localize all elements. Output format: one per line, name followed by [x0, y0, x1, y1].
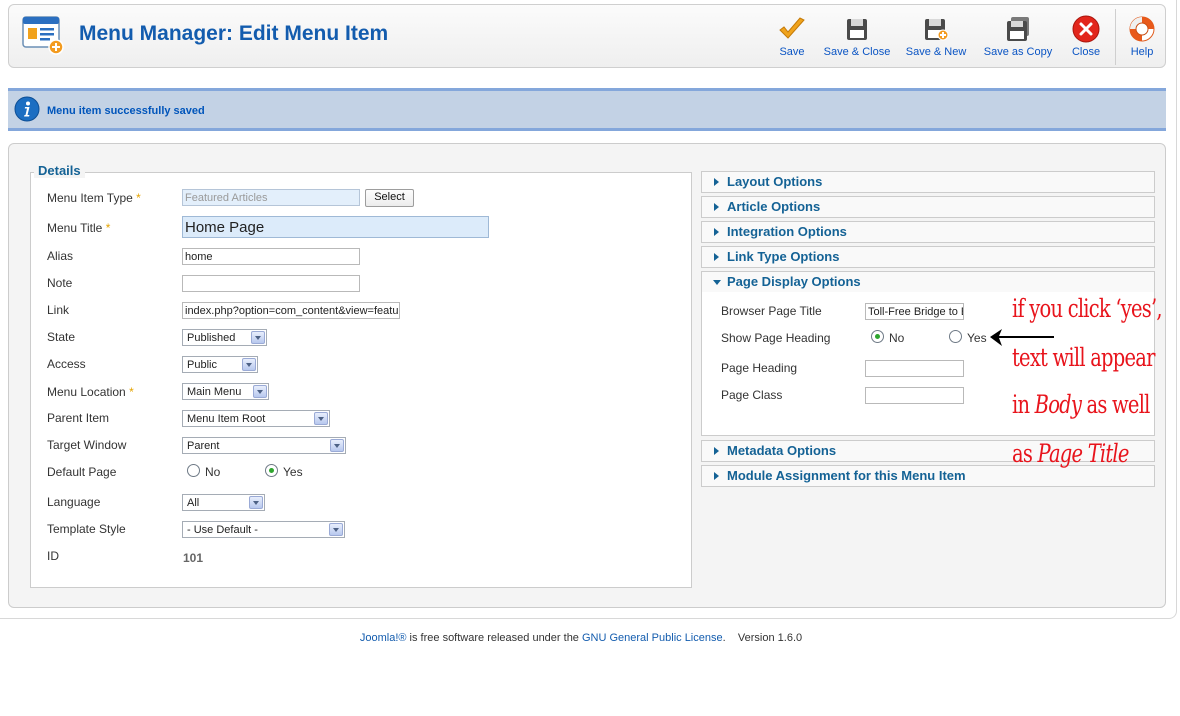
page-class-input[interactable]	[865, 387, 964, 404]
close-button[interactable]: Close	[1067, 15, 1105, 63]
page-title: Menu Manager: Edit Menu Item	[79, 22, 389, 45]
close-circle-icon	[1072, 15, 1100, 43]
save-label: Save	[779, 46, 805, 58]
triangle-right-icon	[714, 253, 719, 261]
save-new-button[interactable]: Save & New	[903, 15, 969, 63]
help-button[interactable]: Help	[1125, 15, 1159, 63]
template-style-select[interactable]: - Use Default -	[182, 521, 345, 538]
triangle-down-icon	[713, 280, 721, 285]
triangle-right-icon	[714, 472, 719, 480]
browser-page-title-input[interactable]: Toll-Free Bridge to England	[865, 303, 964, 320]
alias-input[interactable]: home	[182, 248, 360, 265]
id-value: 101	[183, 551, 204, 565]
note-input[interactable]	[182, 275, 360, 292]
default-page-no-radio[interactable]	[187, 464, 200, 477]
default-page-label: Default Page	[47, 465, 117, 479]
chevron-down-icon	[314, 412, 328, 425]
show-page-heading-yes-radio[interactable]	[949, 330, 962, 343]
id-label: ID	[47, 549, 59, 563]
gnu-license-link[interactable]: GNU General Public License	[582, 632, 723, 644]
chevron-down-icon	[253, 385, 267, 398]
chevron-down-icon	[249, 496, 263, 509]
panel-integration-options[interactable]: Integration Options	[701, 221, 1155, 243]
floppy-disk-copy-icon	[1007, 17, 1029, 41]
default-page-yes-label: Yes	[283, 465, 303, 479]
checkmark-icon	[779, 17, 805, 39]
message-text: Menu item successfully saved	[47, 105, 205, 117]
annotation-line-1: if you click ‘yes’,	[1012, 294, 1163, 323]
save-button[interactable]: Save	[775, 15, 809, 63]
browser-page-title-label: Browser Page Title	[721, 304, 822, 318]
select-button[interactable]: Select	[365, 189, 414, 207]
toolbar: Menu Manager: Edit Menu Item Save Save &…	[8, 4, 1166, 68]
footer-text: is free software released under the	[406, 632, 582, 644]
menu-location-select[interactable]: Main Menu	[182, 383, 269, 400]
parent-item-select[interactable]: Menu Item Root	[182, 410, 330, 427]
panel-page-display-options[interactable]: Page Display Options	[701, 271, 1155, 293]
save-close-button[interactable]: Save & Close	[821, 15, 893, 63]
state-select[interactable]: Published	[182, 329, 267, 346]
page-heading-input[interactable]	[865, 360, 964, 377]
help-label: Help	[1130, 46, 1154, 58]
triangle-right-icon	[714, 203, 719, 211]
chevron-down-icon	[330, 439, 344, 452]
show-page-heading-no-radio[interactable]	[871, 330, 884, 343]
save-close-label: Save & Close	[823, 46, 891, 58]
floppy-disk-plus-icon	[925, 19, 949, 41]
menu-manager-icon	[22, 16, 64, 55]
annotation-line-3: in Body as well	[1012, 390, 1150, 419]
page-heading-label: Page Heading	[721, 361, 798, 375]
lifebuoy-icon	[1129, 16, 1155, 42]
toolbar-separator	[1115, 9, 1116, 65]
chevron-down-icon	[251, 331, 265, 344]
version-text: Version 1.6.0	[737, 632, 803, 644]
annotation-line-4: as Page Title	[1012, 439, 1129, 468]
save-as-copy-label: Save as Copy	[983, 46, 1053, 58]
triangle-right-icon	[714, 228, 719, 236]
show-page-heading-no-label: No	[889, 331, 905, 345]
triangle-right-icon	[714, 178, 719, 186]
save-as-copy-button[interactable]: Save as Copy	[981, 15, 1055, 63]
info-icon	[14, 96, 40, 122]
menu-title-label: Menu Title *	[47, 221, 111, 235]
show-page-heading-yes-label: Yes	[967, 331, 987, 345]
close-label: Close	[1071, 46, 1101, 58]
page-class-label: Page Class	[721, 388, 783, 402]
target-window-label: Target Window	[47, 438, 127, 452]
menu-item-type-label: Menu Item Type *	[47, 191, 141, 205]
access-label: Access	[47, 357, 86, 371]
link-label: Link	[47, 303, 70, 317]
default-page-no-label: No	[205, 465, 221, 479]
access-select[interactable]: Public	[182, 356, 258, 373]
chevron-down-icon	[329, 523, 343, 536]
panel-layout-options[interactable]: Layout Options	[701, 171, 1155, 193]
link-input[interactable]: index.php?option=com_content&view=featur…	[182, 302, 400, 319]
note-label: Note	[47, 276, 73, 290]
language-select[interactable]: All	[182, 494, 265, 511]
language-label: Language	[47, 495, 101, 509]
menu-title-input[interactable]: Home Page	[182, 216, 489, 238]
save-new-label: Save & New	[905, 46, 967, 58]
triangle-right-icon	[714, 447, 719, 455]
state-label: State	[47, 330, 76, 344]
menu-item-type-input[interactable]: Featured Articles	[182, 189, 360, 206]
annotation-line-2: text will appear	[1012, 343, 1155, 372]
parent-item-label: Parent Item	[47, 411, 110, 425]
show-page-heading-label: Show Page Heading	[721, 331, 831, 345]
chevron-down-icon	[242, 358, 256, 371]
alias-label: Alias	[47, 249, 74, 263]
joomla-link[interactable]: Joomla!®	[360, 632, 407, 644]
target-window-select[interactable]: Parent	[182, 437, 346, 454]
template-style-label: Template Style	[47, 522, 126, 536]
panel-module-assignment[interactable]: Module Assignment for this Menu Item	[701, 465, 1155, 487]
floppy-disk-icon	[847, 19, 867, 40]
system-message: Menu item successfully saved	[8, 88, 1166, 131]
panel-article-options[interactable]: Article Options	[701, 196, 1155, 218]
default-page-yes-radio[interactable]	[265, 464, 278, 477]
menu-location-label: Menu Location *	[47, 385, 134, 399]
panel-link-type-options[interactable]: Link Type Options	[701, 246, 1155, 268]
details-legend: Details	[34, 163, 85, 178]
footer: Joomla!® is free software released under…	[359, 632, 803, 644]
